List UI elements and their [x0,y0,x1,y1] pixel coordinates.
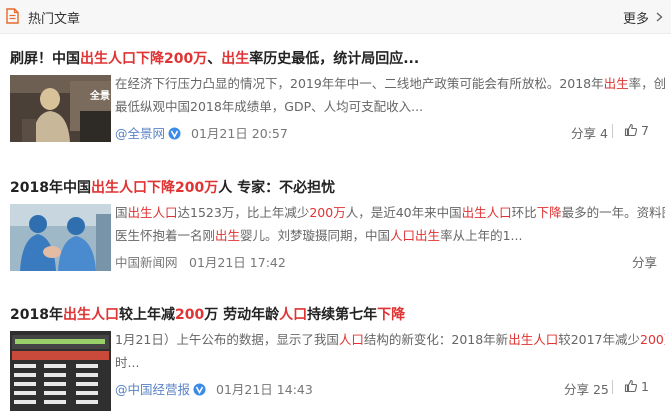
document-icon [6,8,19,24]
article-summary: 在经济下行压力凸显的情况下，2019年年中一、二线地产政策可能会有所放松。201… [115,76,665,114]
publish-date: 01月21日 20:57 [191,126,288,141]
thumbs-up-icon [624,379,638,393]
thumb-watermark: 全景 [89,89,110,102]
keyword-highlight: 出生人口 [508,332,559,347]
source-link[interactable]: @全景网 [115,123,181,142]
share-button[interactable]: 分享 4 [571,123,608,142]
action-divider [612,124,613,138]
keyword-highlight: 人口出生 [390,228,441,243]
keyword-highlight: 200万 [309,205,346,220]
like-button[interactable]: 1 [624,379,649,394]
keyword-highlight: 下降 [536,205,562,220]
article-meta: 中国新闻网 01月21日 17:42 分享 [115,252,665,270]
keyword-highlight: 下降 [377,307,406,323]
keyword-highlight: 出生 [215,228,241,243]
keyword-highlight: 出生人口下降200万 [90,180,219,196]
article-card[interactable]: 2018年中国出生人口下降200万人 专家：不必担忧 国出生人口达1523万，比… [0,177,671,277]
keyword-highlight: 出生人口下降200万 [80,51,208,67]
keyword-highlight: 人口 [338,332,364,347]
article-meta: @中国经营报 01月21日 14:43 分享 25 1 [115,379,665,397]
keyword-highlight: 人口 [279,307,308,323]
verified-badge-icon [193,383,206,396]
share-button[interactable]: 分享 25 [564,379,609,398]
article-headline[interactable]: 2018年中国出生人口下降200万人 专家：不必担忧 [10,177,335,197]
article-thumbnail[interactable]: 全景 [10,75,111,142]
source-link[interactable]: 中国新闻网 [115,252,178,271]
keyword-highlight: 200万 [640,332,665,347]
like-button[interactable]: 7 [624,123,649,138]
action-divider [612,380,613,394]
article-summary: 1月21日）上午公布的数据，显示了我国人口结构的新变化：2018年新出生人口较2… [115,328,665,374]
chevron-right-icon[interactable] [656,12,663,22]
keyword-highlight: 200 [174,307,205,323]
article-headline[interactable]: 刷屏！中国出生人口下降200万、出生率历史最低，统计局回应... [10,48,419,68]
thumbnail-image: 全景 [10,75,111,142]
keyword-highlight: 出生 [603,76,629,91]
article-meta: @全景网 01月21日 20:57 分享 4 7 [115,123,665,141]
article-summary: 国出生人口达1523万，比上年减少200万人，是近40年来中国出生人口环比下降最… [115,205,665,243]
article-thumbnail[interactable] [10,204,111,271]
thumbnail-image [10,204,111,271]
article-headline[interactable]: 2018年出生人口较上年减200万 劳动年龄人口持续第七年下降 [10,304,405,324]
publish-date: 01月21日 17:42 [189,255,286,270]
hot-articles-header: 热门文章 更多 [0,0,671,34]
thumbs-up-icon [624,123,638,137]
publish-date: 01月21日 14:43 [216,382,313,397]
section-title: 热门文章 [28,12,81,27]
more-link[interactable]: 更多 [623,8,649,27]
share-button[interactable]: 分享 [632,252,657,271]
keyword-highlight: 出生人口 [127,205,178,220]
keyword-highlight: 出生人口 [62,307,119,323]
source-link[interactable]: @中国经营报 [115,379,206,398]
article-card[interactable]: 2018年出生人口较上年减200万 劳动年龄人口持续第七年下降 1月21日）上午… [0,304,671,411]
keyword-highlight: 出生 [221,51,250,67]
verified-badge-icon [168,127,181,140]
article-thumbnail[interactable] [10,331,111,411]
thumbnail-image [10,331,111,411]
article-card[interactable]: 刷屏！中国出生人口下降200万、出生率历史最低，统计局回应... 全景 在经济下… [0,48,671,148]
keyword-highlight: 出生人口 [461,205,512,220]
